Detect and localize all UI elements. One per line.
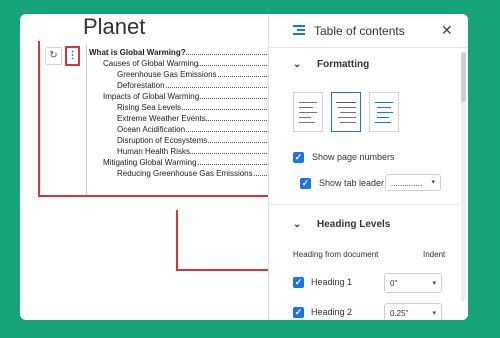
toc-side-panel: Table of contents ✕ ⌄ Formatting ✓ Show … [268, 14, 468, 320]
caret-down-icon: ▾ [431, 179, 435, 186]
toc-entry[interactable]: Mitigating Global Warming [103, 158, 268, 167]
show-tab-leader-label: Show tab leader [319, 178, 385, 188]
toc-controls: ↻ ⋮ [45, 46, 83, 66]
toc-entry[interactable]: Reducing Greenhouse Gas Emissions [117, 169, 268, 178]
show-page-numbers-checkbox[interactable]: ✓ [293, 152, 304, 163]
heading-levels-label: Heading Levels [317, 219, 391, 230]
tab-leader-value: .............. [391, 179, 423, 188]
toc-entry-text: Human Health Risks [117, 147, 190, 156]
toc-entry[interactable]: Human Health Risks [117, 147, 268, 156]
tab-leader-select[interactable]: .............. ▾ [385, 174, 441, 191]
toc-entry[interactable]: Greenhouse Gas Emissions [117, 70, 268, 79]
arrow-vertical [176, 210, 178, 270]
toc-entry[interactable]: Deforestation [117, 81, 268, 90]
toc-entry[interactable]: Disruption of Ecosystems [117, 136, 268, 145]
panel-scrollbar[interactable] [461, 52, 466, 302]
toc-block: What is Global Warming? Causes of Global … [86, 45, 268, 195]
refresh-icon[interactable]: ↻ [45, 47, 62, 65]
heading-1-label: Heading 1 [311, 277, 353, 287]
toc-entry-text: Greenhouse Gas Emissions [117, 70, 217, 79]
panel-title: Table of contents [314, 24, 405, 38]
show-tab-leader-checkbox[interactable]: ✓ [300, 178, 311, 189]
toc-entry-text: Impacts of Global Warming [103, 92, 200, 101]
toc-entry[interactable]: Ocean Acidification [117, 125, 268, 134]
toc-entry-text: Deforestation [117, 81, 165, 90]
formatting-label: Formatting [317, 59, 370, 70]
style-option-dotted[interactable] [331, 92, 361, 132]
toc-entry[interactable]: Rising Sea Levels [117, 103, 268, 112]
screenshot-card: Planet ↻ ⋮ What is Global Warming? Causes… [20, 14, 468, 320]
close-icon[interactable]: ✕ [441, 22, 453, 39]
section-divider [269, 204, 459, 205]
toc-entry-text: Rising Sea Levels [117, 103, 182, 112]
heading-2-label: Heading 2 [311, 307, 353, 317]
toc-entry[interactable]: Impacts of Global Warming [103, 92, 268, 101]
caret-down-icon: ▾ [432, 280, 436, 287]
document-title: Planet [83, 14, 146, 39]
panel-header: Table of contents ✕ [269, 14, 468, 48]
toc-entry-text: What is Global Warming? [89, 48, 186, 57]
heading-1-checkbox[interactable]: ✓ [293, 277, 304, 288]
chevron-down-icon: ⌄ [293, 59, 302, 70]
toc-entry[interactable]: Extreme Weather Events [117, 114, 268, 123]
style-option-plain-text[interactable] [293, 92, 323, 132]
more-options-icon[interactable]: ⋮ [65, 46, 80, 66]
toc-entry[interactable]: Causes of Global Warming [103, 59, 268, 68]
heading-from-document-label: Heading from document [293, 250, 379, 259]
chevron-down-icon: ⌄ [293, 219, 302, 230]
heading-2-indent-value: 0.25" [390, 309, 409, 318]
style-option-links[interactable] [369, 92, 399, 132]
toc-entry-text: Reducing Greenhouse Gas Emissions [117, 169, 253, 178]
toc-entry-text: Disruption of Ecosystems [117, 136, 208, 145]
show-page-numbers-label: Show page numbers [312, 152, 395, 162]
toc-entry[interactable]: What is Global Warming? [89, 48, 268, 57]
toc-entry-text: Ocean Acidification [117, 125, 186, 134]
toc-entry-text: Mitigating Global Warming [103, 158, 197, 167]
indent-label: Indent [423, 250, 446, 259]
toc-entry-text: Extreme Weather Events [117, 114, 206, 123]
heading-1-indent-value: 0" [390, 279, 398, 288]
table-of-contents-icon [293, 25, 305, 35]
arrow-horizontal [176, 269, 272, 271]
heading-1-indent-select[interactable]: 0" ▾ [384, 273, 442, 293]
toc-entry-text: Causes of Global Warming [103, 59, 199, 68]
heading-2-indent-select[interactable]: 0.25" ▾ [384, 303, 442, 320]
caret-down-icon: ▾ [432, 310, 436, 317]
toc-highlight-box: ↻ ⋮ What is Global Warming? Causes of Glo… [38, 41, 270, 197]
scrollbar-thumb[interactable] [461, 52, 466, 102]
heading-2-checkbox[interactable]: ✓ [293, 307, 304, 318]
